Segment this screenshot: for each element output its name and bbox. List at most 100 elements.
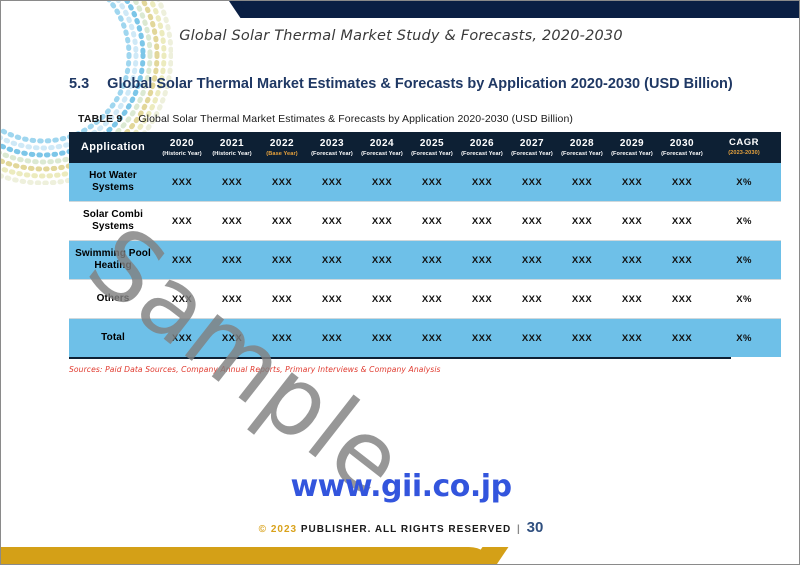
column-header-cagr: CAGR (2023-2030) <box>707 132 781 163</box>
market-forecast-table: Application 2020 (Historic Year) 2021 (Histo… <box>69 132 781 357</box>
table-cell-value: XXX <box>157 163 207 202</box>
table-header-row: Application 2020 (Historic Year) 2021 (Histo… <box>69 132 781 163</box>
column-header-subtitle: (Forecast Year) <box>361 150 403 157</box>
table-cell-value: XXX <box>357 201 407 241</box>
table-cell-value: XXX <box>157 240 207 280</box>
column-header-subtitle: (Forecast Year) <box>411 150 453 157</box>
column-header-subtitle: (Forecast Year) <box>611 150 653 157</box>
table-cell-value: XXX <box>607 318 657 357</box>
document-header-title: Global Solar Thermal Market Study & Fore… <box>179 28 623 44</box>
table-cell-value: XXX <box>257 318 307 357</box>
table-cell-value: XXX <box>307 279 357 319</box>
column-header-subtitle: (Forecast Year) <box>661 150 703 157</box>
column-header-y2024: 2024 (Forecast Year) <box>357 132 407 163</box>
section-title: Global Solar Thermal Market Estimates & … <box>107 76 733 92</box>
footer-gold-bar <box>1 547 491 564</box>
column-header-y2028: 2028 (Forecast Year) <box>557 132 607 163</box>
column-header-subtitle: (Forecast Year) <box>511 150 553 157</box>
column-header-y2021: 2021 (Historic Year) <box>207 132 257 163</box>
table-cell-value: XXX <box>507 201 557 241</box>
table-cell-cagr: X% <box>707 201 781 241</box>
table-row: Solar Combi Systems XXX XXX XXX XXX XXX XXX XXX… <box>69 201 781 241</box>
row-label: Swimming Pool Heating <box>69 240 157 280</box>
table-cell-value: XXX <box>607 201 657 241</box>
table-cell-cagr: X% <box>707 279 781 319</box>
table-cell-value: XXX <box>557 163 607 202</box>
table-cell-value: XXX <box>407 279 457 319</box>
column-header-year: 2025 <box>419 138 445 150</box>
column-header-year: 2020 <box>169 138 195 150</box>
column-header-year: 2030 <box>669 138 695 150</box>
column-header-year: CAGR <box>729 137 759 149</box>
column-header-subtitle: (Historic Year) <box>212 150 252 157</box>
copyright-separator: | <box>517 524 521 535</box>
data-table-wrapper: Application 2020 (Historic Year) 2021 (Histo… <box>69 132 781 359</box>
table-cell-value: XXX <box>157 201 207 241</box>
table-cell-cagr: X% <box>707 318 781 357</box>
copyright-text: PUBLISHER. ALL RIGHTS RESERVED <box>300 524 512 535</box>
table-cell-value: XXX <box>357 240 407 280</box>
row-label: Others <box>69 279 157 319</box>
table-cell-value: XXX <box>307 163 357 202</box>
table-cell-value: XXX <box>507 163 557 202</box>
copyright-symbol: © <box>258 524 268 535</box>
report-page: Global Solar Thermal Market Study & Fore… <box>0 0 800 565</box>
table-cell-value: XXX <box>157 279 207 319</box>
table-cell-value: XXX <box>257 201 307 241</box>
table-cell-value: XXX <box>457 163 507 202</box>
table-cell-value: XXX <box>507 318 557 357</box>
table-cell-value: XXX <box>207 279 257 319</box>
table-cell-value: XXX <box>607 163 657 202</box>
column-header-year: 2027 <box>519 138 545 150</box>
column-header-year: 2023 <box>319 138 345 150</box>
table-row: Others XXX XXX XXX XXX XXX XXX XXX XXX XXX XXX XXX X… <box>69 279 781 319</box>
table-cell-value: XXX <box>207 163 257 202</box>
table-cell-value: XXX <box>407 240 457 280</box>
column-header-y2030: 2030 (Forecast Year) <box>657 132 707 163</box>
column-header-subtitle: (2023-2030) <box>728 150 760 157</box>
table-cell-value: XXX <box>357 163 407 202</box>
column-header-subtitle: (Historic Year) <box>162 150 202 157</box>
table-cell-cagr: X% <box>707 163 781 202</box>
table-caption-text: Global Solar Thermal Market Estimates & … <box>138 113 573 125</box>
table-cell-value: XXX <box>157 318 207 357</box>
table-cell-value: XXX <box>407 163 457 202</box>
table-cell-value: XXX <box>607 279 657 319</box>
table-cell-value: XXX <box>407 318 457 357</box>
section-heading: 5.3 Global Solar Thermal Market Estimate… <box>69 76 733 92</box>
column-header-y2027: 2027 (Forecast Year) <box>507 132 557 163</box>
column-header-application: Application <box>80 141 146 154</box>
table-cell-value: XXX <box>207 240 257 280</box>
table-cell-value: XXX <box>257 240 307 280</box>
table-cell-value: XXX <box>357 279 407 319</box>
copyright-year: 2023 <box>270 524 298 535</box>
table-cell-value: XXX <box>657 240 707 280</box>
topbar-navy-band <box>241 1 799 18</box>
site-url[interactable]: www.gii.co.jp <box>1 469 799 504</box>
table-source-note: Sources: Paid Data Sources, Company Annu… <box>69 365 441 374</box>
table-cell-value: XXX <box>207 318 257 357</box>
table-cell-value: XXX <box>307 240 357 280</box>
column-header-year: 2028 <box>569 138 595 150</box>
row-label: Solar Combi Systems <box>69 201 157 241</box>
column-header-y2020: 2020 (Historic Year) <box>157 132 207 163</box>
column-header-y2025: 2025 (Forecast Year) <box>407 132 457 163</box>
table-cell-value: XXX <box>407 201 457 241</box>
table-cell-value: XXX <box>357 318 407 357</box>
table-cell-value: XXX <box>207 201 257 241</box>
copyright-line: © 2023 PUBLISHER. ALL RIGHTS RESERVED | … <box>1 519 799 536</box>
table-cell-value: XXX <box>307 318 357 357</box>
table-cell-value: XXX <box>657 201 707 241</box>
column-header-year: 2022 <box>269 138 295 150</box>
table-row: Swimming Pool Heating XXX XXX XXX XXX XXX XXX X… <box>69 240 781 280</box>
table-cell-value: XXX <box>257 163 307 202</box>
column-header-year: 2024 <box>369 138 395 150</box>
column-header-year: 2021 <box>219 138 245 150</box>
table-cell-value: XXX <box>557 279 607 319</box>
table-row: Total XXX XXX XXX XXX XXX XXX XXX XXX XXX XXX XXX X% <box>69 318 781 357</box>
table-cell-value: XXX <box>457 279 507 319</box>
page-number: 30 <box>526 519 544 536</box>
table-body: Hot Water Systems XXX XXX XXX XXX XXX XXX XXX XX… <box>69 163 781 357</box>
column-header-subtitle: (Forecast Year) <box>461 150 503 157</box>
table-cell-value: XXX <box>457 201 507 241</box>
